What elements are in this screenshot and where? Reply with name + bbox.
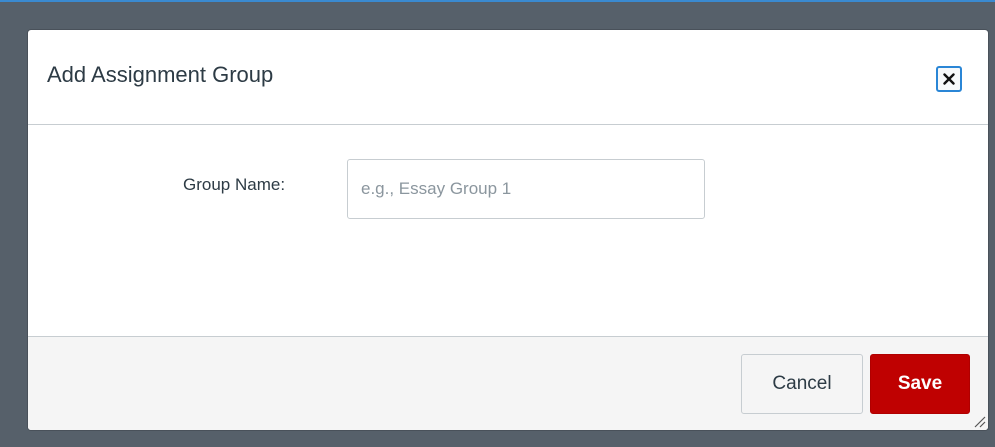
add-assignment-group-dialog: Add Assignment Group Group Name: Cancel … [28,30,988,430]
close-button[interactable] [936,66,962,92]
resize-grip-icon[interactable] [972,414,986,428]
cancel-button[interactable]: Cancel [741,354,863,414]
dialog-body: Group Name: [28,125,988,336]
group-name-label: Group Name: [183,175,286,194]
dialog-footer: Cancel Save [28,336,988,430]
save-button[interactable]: Save [870,354,970,414]
close-icon [943,73,955,85]
dialog-title: Add Assignment Group [47,62,274,87]
group-name-input[interactable] [347,159,705,219]
dialog-header: Add Assignment Group [28,30,988,125]
